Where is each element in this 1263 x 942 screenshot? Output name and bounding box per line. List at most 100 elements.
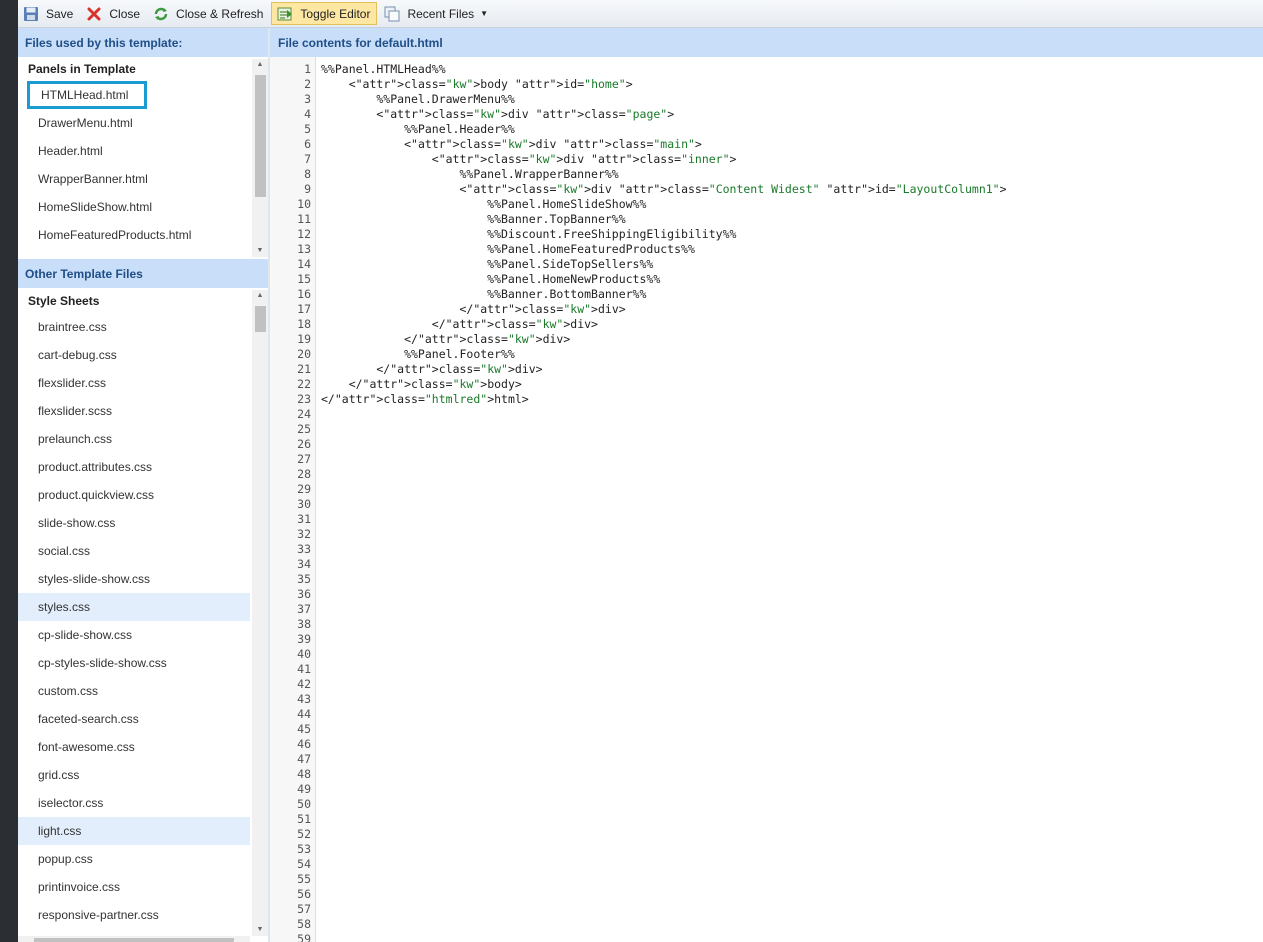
code-line[interactable]: </"attr">class="htmlred">html> <box>321 392 529 407</box>
css-file-item[interactable]: prelaunch.css <box>18 425 250 453</box>
save-button[interactable]: Save <box>18 2 79 25</box>
css-file-item[interactable]: faceted-search.css <box>18 705 250 733</box>
css-file-item[interactable]: braintree.css <box>18 313 250 341</box>
line-number: 59 <box>297 932 311 942</box>
css-file-item[interactable]: flexslider.scss <box>18 397 250 425</box>
horizontal-scrollbar[interactable] <box>18 936 250 942</box>
code-line[interactable]: <"attr">class="kw">body "attr">id="home"… <box>321 77 633 92</box>
code-line[interactable]: </"attr">class="kw">div> <box>321 317 598 332</box>
toggle-editor-button[interactable]: Toggle Editor <box>271 2 378 25</box>
recent-files-label: Recent Files <box>407 6 475 21</box>
css-file-item[interactable]: flexslider.css <box>18 369 250 397</box>
code-line[interactable]: %%Panel.HTMLHead%% <box>321 62 446 77</box>
line-number: 37 <box>297 602 311 616</box>
code-line[interactable]: </"attr">class="kw">body> <box>321 377 522 392</box>
css-file-item[interactable]: cart-debug.css <box>18 341 250 369</box>
chevron-down-icon: ▼ <box>480 9 489 18</box>
line-number: 11 <box>297 212 311 226</box>
close-icon <box>87 7 101 20</box>
scroll-thumb[interactable] <box>255 306 266 332</box>
line-number: 35 <box>297 572 311 586</box>
code-line[interactable]: %%Panel.HomeNewProducts%% <box>321 272 660 287</box>
line-number: 28 <box>297 467 311 481</box>
line-number: 29 <box>297 482 311 496</box>
css-file-item[interactable]: cp-slide-show.css <box>18 621 250 649</box>
horizontal-scroll-thumb[interactable] <box>34 938 234 942</box>
panels-group-title: Panels in Template <box>28 62 136 76</box>
css-file-item[interactable]: font-awesome.css <box>18 733 250 761</box>
css-file-item[interactable]: iselector.css <box>18 789 250 817</box>
code-line[interactable]: %%Discount.FreeShippingEligibility%% <box>321 227 736 242</box>
line-number: 18 <box>297 317 311 331</box>
code-line[interactable]: <"attr">class="kw">div "attr">class="Con… <box>321 182 1006 197</box>
code-line[interactable]: </"attr">class="kw">div> <box>321 302 625 317</box>
panel-file-item[interactable]: WrapperBanner.html <box>18 165 250 193</box>
panel-file-item[interactable]: DrawerMenu.html <box>18 109 250 137</box>
panel-file-item[interactable]: Header.html <box>18 137 250 165</box>
line-number: 14 <box>297 257 311 271</box>
toggle-editor-icon <box>277 7 293 20</box>
refresh-icon <box>154 7 168 20</box>
code-line[interactable]: %%Banner.BottomBanner%% <box>321 287 646 302</box>
code-editor[interactable]: 1 2 3 4 5 6 7 8 9 10 11 12 13 14 15 16 17 18 19 20 21 22 23 24 2… <box>270 57 1263 942</box>
code-line[interactable]: </"attr">class="kw">div> <box>321 332 570 347</box>
code-line[interactable]: %%Panel.HomeSlideShow%% <box>321 197 646 212</box>
line-number: 20 <box>297 347 311 361</box>
other-template-files-header: Other Template Files <box>18 259 268 288</box>
css-file-item[interactable]: responsive-partner.css <box>18 901 250 929</box>
line-number: 10 <box>297 197 311 211</box>
line-number: 40 <box>297 647 311 661</box>
line-number: 19 <box>297 332 311 346</box>
recent-files-button[interactable]: Recent Files ▼ <box>379 2 494 25</box>
scroll-up-icon[interactable]: ▲ <box>252 290 268 302</box>
line-number: 44 <box>297 707 311 721</box>
line-number: 24 <box>297 407 311 421</box>
panel-file-item[interactable]: HomeSlideShow.html <box>18 193 250 221</box>
panel-file-item[interactable]: HTMLHead.html <box>27 81 147 109</box>
other-files-scrollbar[interactable]: ▲ ▼ <box>252 290 268 936</box>
code-line[interactable]: </"attr">class="kw">div> <box>321 362 542 377</box>
css-file-item[interactable]: light.css <box>18 817 250 845</box>
line-number: 51 <box>297 812 311 826</box>
css-file-item[interactable]: slide-show.css <box>18 509 250 537</box>
line-number: 9 <box>304 182 311 196</box>
css-file-item[interactable]: styles.css <box>18 593 250 621</box>
line-number: 13 <box>297 242 311 256</box>
css-file-item[interactable]: printinvoice.css <box>18 873 250 901</box>
line-number: 58 <box>297 917 311 931</box>
css-file-item[interactable]: product.quickview.css <box>18 481 250 509</box>
code-line[interactable]: %%Panel.WrapperBanner%% <box>321 167 618 182</box>
code-line[interactable]: %%Panel.Footer%% <box>321 347 515 362</box>
code-line[interactable]: %%Panel.DrawerMenu%% <box>321 92 515 107</box>
css-file-item[interactable]: popup.css <box>18 845 250 873</box>
panels-scrollbar[interactable]: ▲ ▼ <box>252 59 268 257</box>
css-file-item[interactable]: cp-styles-slide-show.css <box>18 649 250 677</box>
line-number: 22 <box>297 377 311 391</box>
scroll-down-icon[interactable]: ▼ <box>252 924 268 936</box>
close-refresh-button[interactable]: Close & Refresh <box>148 2 269 25</box>
line-number: 17 <box>297 302 311 316</box>
code-line[interactable]: <"attr">class="kw">div "attr">class="pag… <box>321 107 674 122</box>
recent-files-icon <box>384 6 400 21</box>
code-line[interactable]: %%Panel.SideTopSellers%% <box>321 257 653 272</box>
scroll-up-icon[interactable]: ▲ <box>252 59 268 71</box>
code-line[interactable]: %%Panel.Header%% <box>321 122 515 137</box>
code-line[interactable]: <"attr">class="kw">div "attr">class="inn… <box>321 152 737 167</box>
css-file-item[interactable]: grid.css <box>18 761 250 789</box>
line-number: 38 <box>297 617 311 631</box>
close-button[interactable]: Close <box>81 2 146 25</box>
css-file-item[interactable]: custom.css <box>18 677 250 705</box>
css-file-item[interactable]: styles-slide-show.css <box>18 565 250 593</box>
line-number: 42 <box>297 677 311 691</box>
css-file-item[interactable]: product.attributes.css <box>18 453 250 481</box>
scroll-thumb[interactable] <box>255 75 266 197</box>
code-line[interactable]: %%Banner.TopBanner%% <box>321 212 625 227</box>
code-line[interactable]: <"attr">class="kw">div "attr">class="mai… <box>321 137 702 152</box>
scroll-down-icon[interactable]: ▼ <box>252 245 268 257</box>
line-number: 54 <box>297 857 311 871</box>
line-number: 30 <box>297 497 311 511</box>
css-file-item[interactable]: social.css <box>18 537 250 565</box>
code-line[interactable]: %%Panel.HomeFeaturedProducts%% <box>321 242 695 257</box>
line-number: 2 <box>304 77 311 91</box>
panel-file-item[interactable]: HomeFeaturedProducts.html <box>18 221 250 249</box>
